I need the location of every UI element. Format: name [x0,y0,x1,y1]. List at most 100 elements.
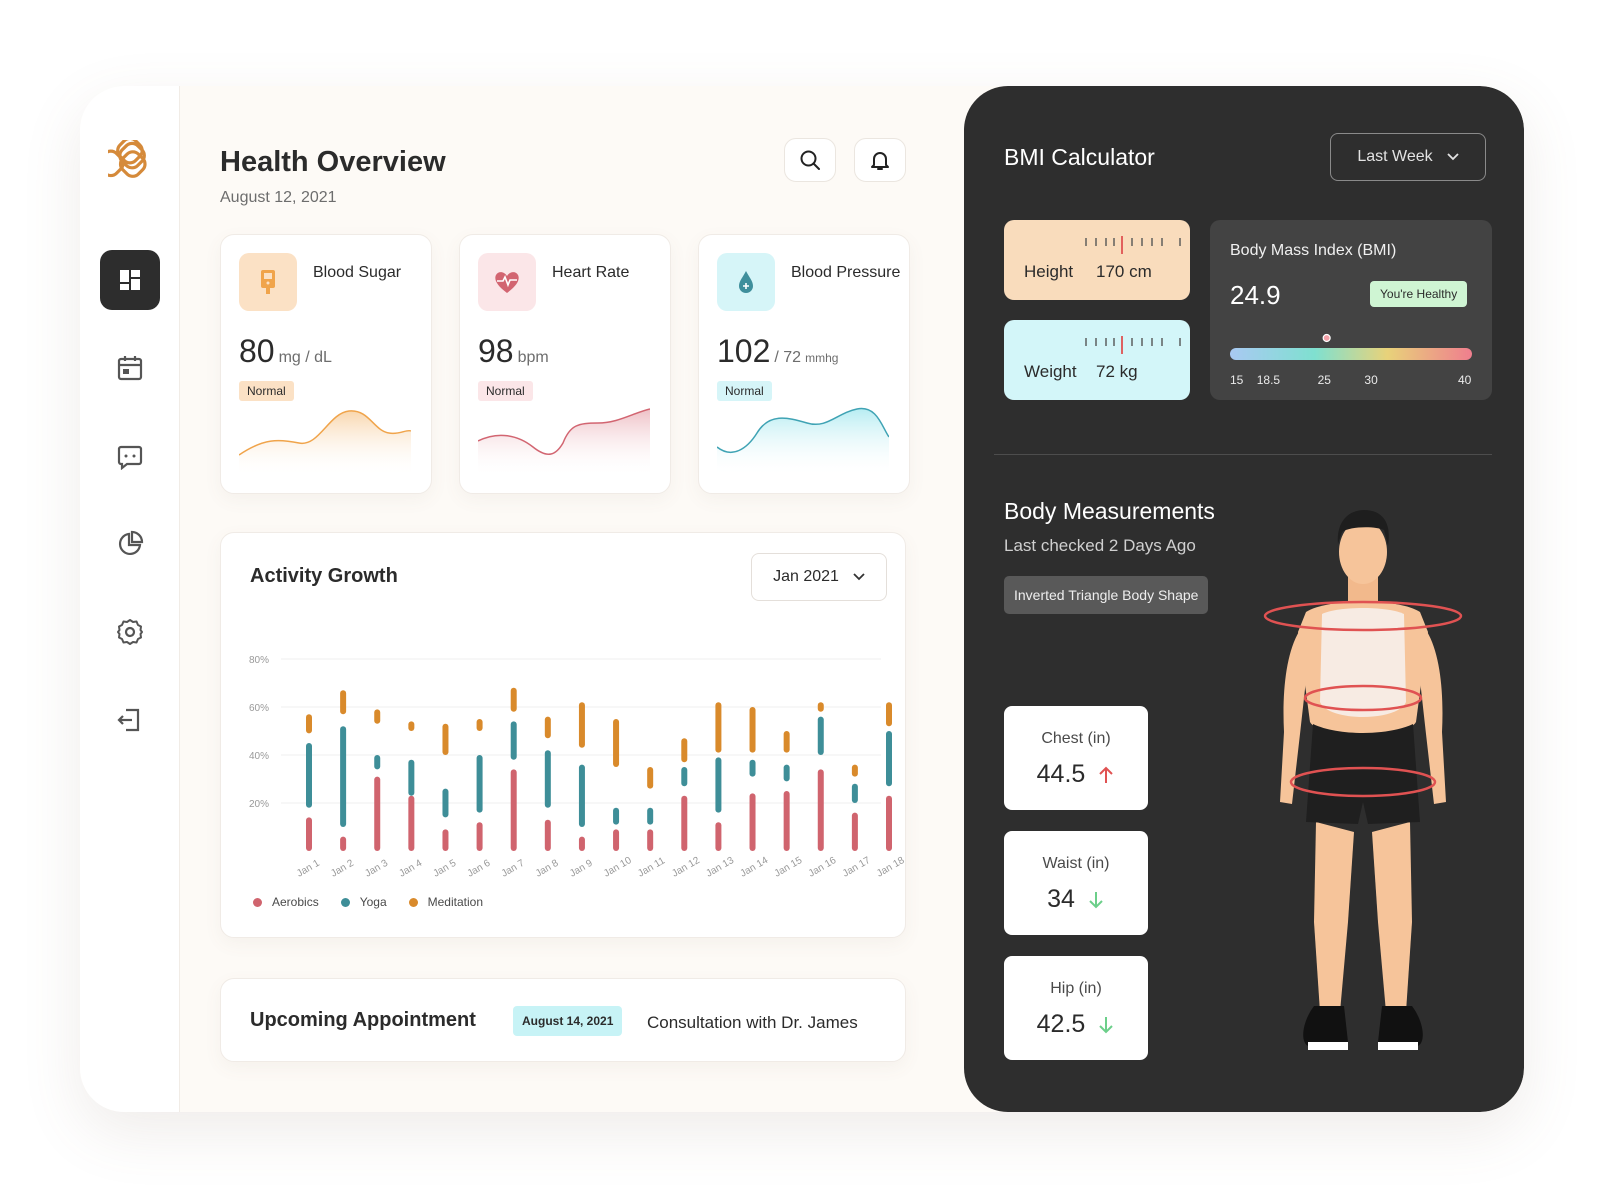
x-tick-label: Jan 1 [295,858,322,880]
search-icon [800,150,820,170]
logout-icon [117,708,140,732]
body-shape-badge: Inverted Triangle Body Shape [1004,576,1209,614]
bmi-scale-label: 18.5 [1257,373,1281,387]
arrow-up-icon [1099,766,1114,783]
sidebar-item-dashboard[interactable] [100,250,160,310]
x-tick-label: Jan 12 [670,855,702,880]
x-tick-label: Jan 5 [431,858,458,880]
bmi-scale: 15 18.5 25 30 40 [1230,333,1472,387]
vital-value: 80 mg / dL [239,333,332,369]
x-tick-label: Jan 8 [534,858,561,880]
heart-rate-sparkline [478,408,650,477]
ruler-icon [1085,336,1181,354]
vital-value: 102/ 72 mmhg [717,333,839,369]
vital-label: Heart Rate [552,264,630,281]
sidebar-item-settings[interactable] [100,602,160,662]
weight-card[interactable]: Weight 72 kg [1004,320,1190,400]
month-select-value: Jan 2021 [773,568,839,585]
page-date: August 12, 2021 [220,189,337,206]
measurement-value: 44.5 [1036,760,1086,788]
appointment-description: Consultation with Dr. James [647,1013,858,1032]
bmi-marker [1322,333,1331,343]
message-icon [117,445,143,470]
chart-legend: Aerobics Yoga Meditation [253,895,483,909]
notifications-button[interactable] [854,138,906,182]
status-badge: Normal [717,381,772,401]
y-tick-label: 40% [249,751,269,762]
measurement-label: Waist (in) [1042,855,1110,872]
status-badge: Normal [478,381,533,401]
month-select[interactable]: Jan 2021 [751,553,887,601]
period-select[interactable]: Last Week [1330,133,1486,181]
x-tick-label: Jan 10 [602,855,634,880]
chevron-down-icon [853,573,865,581]
legend-item[interactable]: Meditation [408,895,483,909]
x-tick-label: Jan 18 [875,855,907,880]
bmi-index-value: 24.9 [1230,280,1281,310]
sidebar-item-calendar[interactable] [100,338,160,398]
activity-title: Activity Growth [250,565,398,587]
legend-item[interactable]: Aerobics [253,895,319,909]
x-tick-label: Jan 7 [500,858,527,880]
bmi-scale-label: 30 [1364,373,1378,387]
x-tick-label: Jan 9 [568,858,595,880]
divider [994,454,1492,455]
ruler-icon [1085,236,1181,254]
search-button[interactable] [784,138,836,182]
blood-drop-icon [717,253,775,311]
bmi-scale-label: 15 [1230,373,1244,387]
x-tick-label: Jan 15 [773,855,805,880]
blood-pressure-sparkline [717,407,889,477]
y-tick-label: 80% [249,655,269,666]
bmi-status-badge: You're Healthy [1370,281,1468,307]
activity-growth-card: Activity Growth Jan 2021 20% 40% 60% 80% Jan… [220,532,907,938]
x-tick-label: Jan 11 [636,855,667,879]
gear-icon [117,619,143,645]
vital-label: Blood Pressure [791,264,901,281]
height-value: 170 cm [1096,262,1152,281]
bmi-panel: BMI Calculator Last Week Height 170 cm W… [964,86,1524,1112]
x-tick-label: Jan 16 [807,855,839,880]
body-illustration [1263,510,1463,1050]
arrow-down-icon [1099,1016,1114,1033]
upcoming-appointment-card[interactable]: Upcoming Appointment August 14, 2021 Con… [220,978,906,1062]
x-tick-label: Jan 2 [329,858,356,880]
vital-card-blood-sugar[interactable]: Blood Sugar 80 mg / dL Normal [220,234,432,494]
sidebar-item-reports[interactable] [100,514,160,574]
weight-value: 72 kg [1096,362,1138,381]
bmi-title: BMI Calculator [1004,144,1155,170]
hip-measurement-card[interactable]: Hip (in) 42.5 [1004,956,1148,1060]
heart-pulse-icon [478,253,536,311]
pie-chart-icon [118,530,144,556]
bmi-scale-label: 40 [1458,373,1472,387]
x-tick-label: Jan 4 [397,858,424,880]
height-card[interactable]: Height 170 cm [1004,220,1190,300]
sidebar-item-logout[interactable] [100,690,160,750]
logo-icon[interactable] [108,140,154,186]
main-content: Health Overview August 12, 2021 Blood Su… [180,86,1045,1112]
appointment-date-badge: August 14, 2021 [513,1006,623,1036]
x-tick-label: Jan 3 [363,858,390,880]
sidebar-item-messages[interactable] [100,426,160,486]
body-measurements-title: Body Measurements [1004,498,1215,524]
waist-measurement-card[interactable]: Waist (in) 34 [1004,831,1148,935]
dashboard-frame: Health Overview August 12, 2021 Blood Su… [80,86,1524,1112]
weight-label: Weight [1024,362,1077,381]
page-title: Health Overview [220,146,446,178]
legend-label: Aerobics [272,895,319,909]
x-tick-label: Jan 17 [841,855,873,880]
vital-card-heart-rate[interactable]: Heart Rate 98 bpm Normal [459,234,671,494]
bell-icon [871,152,889,170]
blood-sugar-sparkline [239,410,411,477]
appointment-title: Upcoming Appointment [250,1009,476,1031]
chest-measurement-card[interactable]: Chest (in) 44.5 [1004,706,1148,810]
legend-item[interactable]: Yoga [340,895,387,909]
measurement-label: Hip (in) [1050,980,1102,997]
legend-dot [340,897,350,907]
body-measurements-subtitle: Last checked 2 Days Ago [1004,536,1196,555]
bmi-index-title: Body Mass Index (BMI) [1230,242,1397,259]
y-tick-label: 20% [249,799,269,810]
period-select-value: Last Week [1357,148,1433,165]
dashboard-icon [120,270,140,290]
vital-card-blood-pressure[interactable]: Blood Pressure 102/ 72 mmhg Normal [698,234,910,494]
